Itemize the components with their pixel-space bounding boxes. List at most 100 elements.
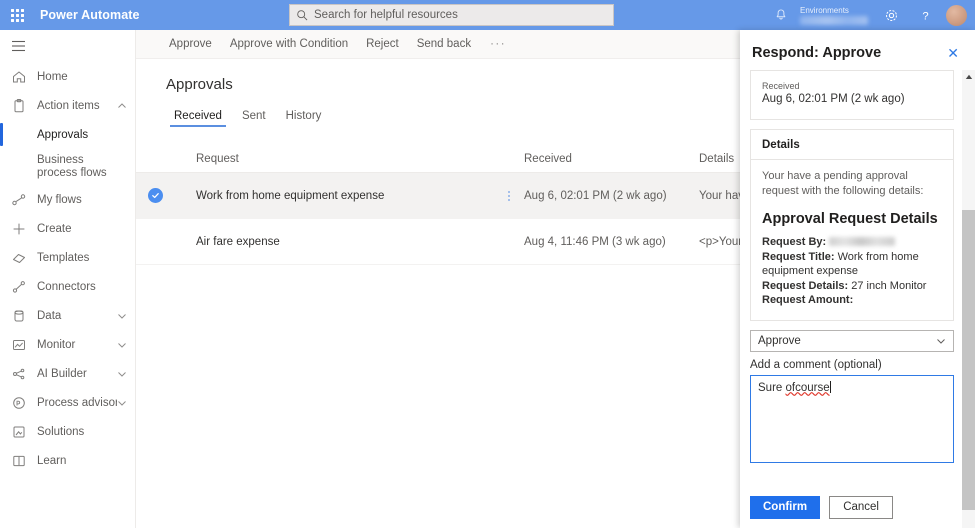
sidebar-item-ai-builder[interactable]: AI Builder	[0, 359, 135, 388]
home-icon	[13, 70, 25, 82]
respond-approve-panel: Respond: Approve ✕ Received Aug 6, 02:01…	[740, 30, 975, 528]
ai-builder-icon	[13, 368, 25, 379]
top-header-bar: Power Automate Environments ?	[0, 0, 975, 30]
flow-icon	[12, 193, 26, 205]
sidebar-item-data[interactable]: Data	[0, 301, 135, 330]
panel-body: Received Aug 6, 02:01 PM (2 wk ago) Deta…	[740, 70, 962, 486]
solutions-icon	[13, 426, 25, 437]
global-search-box[interactable]	[289, 4, 614, 26]
row-select-checkbox[interactable]	[136, 188, 174, 203]
chevron-down-icon[interactable]	[117, 311, 127, 321]
panel-footer: Confirm Cancel	[740, 486, 962, 528]
scroll-up-arrow-icon[interactable]	[962, 70, 975, 84]
confirm-button[interactable]: Confirm	[750, 495, 821, 519]
comment-input[interactable]: Sure ofcourse	[750, 374, 954, 463]
column-header-request[interactable]: Request	[174, 153, 494, 165]
sidebar-item-business-process-flows[interactable]: Business process flows	[0, 149, 135, 185]
field-label: Request Amount:	[762, 294, 854, 306]
comment-label: Add a comment (optional)	[750, 358, 882, 371]
question-mark-icon: ?	[922, 10, 928, 22]
settings-button[interactable]	[874, 0, 908, 30]
process-advisor-icon	[13, 396, 25, 409]
response-select[interactable]: Approve	[750, 329, 954, 352]
comment-text-prefix: Sure	[758, 381, 786, 394]
row-received-date: Aug 6, 02:01 PM (2 wk ago)	[524, 189, 667, 202]
panel-scrollbar[interactable]	[962, 70, 975, 528]
sidebar-item-label: Connectors	[37, 280, 96, 293]
received-label: Received	[762, 81, 800, 91]
database-icon	[14, 310, 24, 321]
sidebar-item-create[interactable]: Create	[0, 214, 135, 243]
svg-text:?: ?	[922, 10, 928, 22]
comment-misspelled-word: ofcourse	[785, 381, 830, 394]
sidebar-item-approvals[interactable]: Approvals	[0, 120, 135, 149]
tab-sent[interactable]: Sent	[232, 110, 276, 127]
row-request-title[interactable]: Work from home equipment expense	[174, 190, 494, 202]
sidebar-item-label: Create	[37, 222, 72, 235]
check-circle-icon	[147, 188, 163, 203]
close-icon[interactable]: ✕	[943, 44, 963, 62]
app-brand-title[interactable]: Power Automate	[34, 8, 140, 22]
field-request-title: Request Title: Work from home equipment …	[762, 250, 942, 279]
header-right-cluster: Environments ?	[764, 0, 975, 30]
sidebar-item-process-advisor[interactable]: Process advisor	[0, 388, 135, 417]
sidebar-item-label: Solutions	[37, 425, 85, 438]
sidebar-item-label: Business process flows	[37, 154, 107, 179]
clipboard-icon	[14, 98, 24, 112]
row-request-title[interactable]: Air fare expense	[174, 236, 494, 248]
more-options-icon	[508, 190, 510, 201]
chevron-down-icon[interactable]	[117, 340, 127, 350]
help-button[interactable]: ?	[908, 0, 942, 30]
user-avatar[interactable]	[946, 4, 967, 26]
sidebar-item-connectors[interactable]: Connectors	[0, 272, 135, 301]
sidebar-item-learn[interactable]: Learn	[0, 446, 135, 475]
text-caret	[829, 380, 831, 393]
environment-selector[interactable]: Environments	[798, 0, 874, 30]
templates-icon	[13, 253, 25, 263]
field-label: Request Details:	[762, 279, 849, 292]
details-intro-text: Your have a pending approval request wit…	[762, 170, 924, 197]
chevron-down-icon[interactable]	[117, 398, 127, 408]
sidebar-item-label: Process advisor	[37, 396, 117, 409]
sidebar-item-templates[interactable]: Templates	[0, 243, 135, 272]
hamburger-menu-icon[interactable]	[0, 30, 135, 62]
app-launcher-icon[interactable]	[0, 0, 34, 30]
sidebar-item-monitor[interactable]: Monitor	[0, 330, 135, 359]
chevron-up-icon[interactable]	[117, 101, 127, 111]
details-card: Details Your have a pending approval req…	[750, 129, 954, 321]
left-navigation-sidebar: Home Action items Approvals Business pro…	[0, 30, 136, 528]
sidebar-item-action-items[interactable]: Action items	[0, 91, 135, 120]
row-more-options-button[interactable]	[494, 190, 524, 201]
requester-name-redacted	[829, 237, 896, 246]
tab-received[interactable]: Received	[164, 110, 232, 127]
sidebar-item-label: Monitor	[37, 338, 76, 351]
reject-command[interactable]: Reject	[357, 30, 408, 59]
sidebar-item-home[interactable]: Home	[0, 62, 135, 91]
search-input[interactable]	[314, 6, 607, 24]
received-card: Received Aug 6, 02:01 PM (2 wk ago)	[750, 70, 954, 120]
scrollbar-thumb[interactable]	[962, 210, 975, 510]
environment-name-redacted	[800, 15, 868, 25]
field-request-amount: Request Amount:	[762, 293, 942, 308]
more-commands-icon[interactable]: ···	[480, 30, 516, 59]
sidebar-item-label: AI Builder	[37, 367, 87, 380]
panel-title: Respond: Approve	[752, 45, 882, 61]
sidebar-item-label: Home	[37, 70, 68, 83]
send-back-command[interactable]: Send back	[408, 30, 480, 59]
tab-history[interactable]: History	[276, 110, 332, 127]
chevron-down-icon[interactable]	[117, 369, 127, 379]
book-icon	[13, 455, 25, 466]
sidebar-item-label: Approvals	[37, 128, 89, 141]
gear-icon	[885, 9, 897, 21]
cancel-button[interactable]: Cancel	[829, 495, 894, 519]
approve-command[interactable]: Approve	[160, 30, 221, 59]
panel-header: Respond: Approve ✕	[740, 30, 975, 70]
notifications-button[interactable]	[764, 0, 798, 30]
approve-with-condition-command[interactable]: Approve with Condition	[221, 30, 357, 59]
column-header-received[interactable]: Received	[524, 153, 699, 165]
sidebar-item-my-flows[interactable]: My flows	[0, 185, 135, 214]
monitor-icon	[13, 339, 25, 350]
environment-label: Environments	[800, 5, 849, 15]
sidebar-item-solutions[interactable]: Solutions	[0, 417, 135, 446]
field-label: Request Title:	[762, 250, 835, 263]
